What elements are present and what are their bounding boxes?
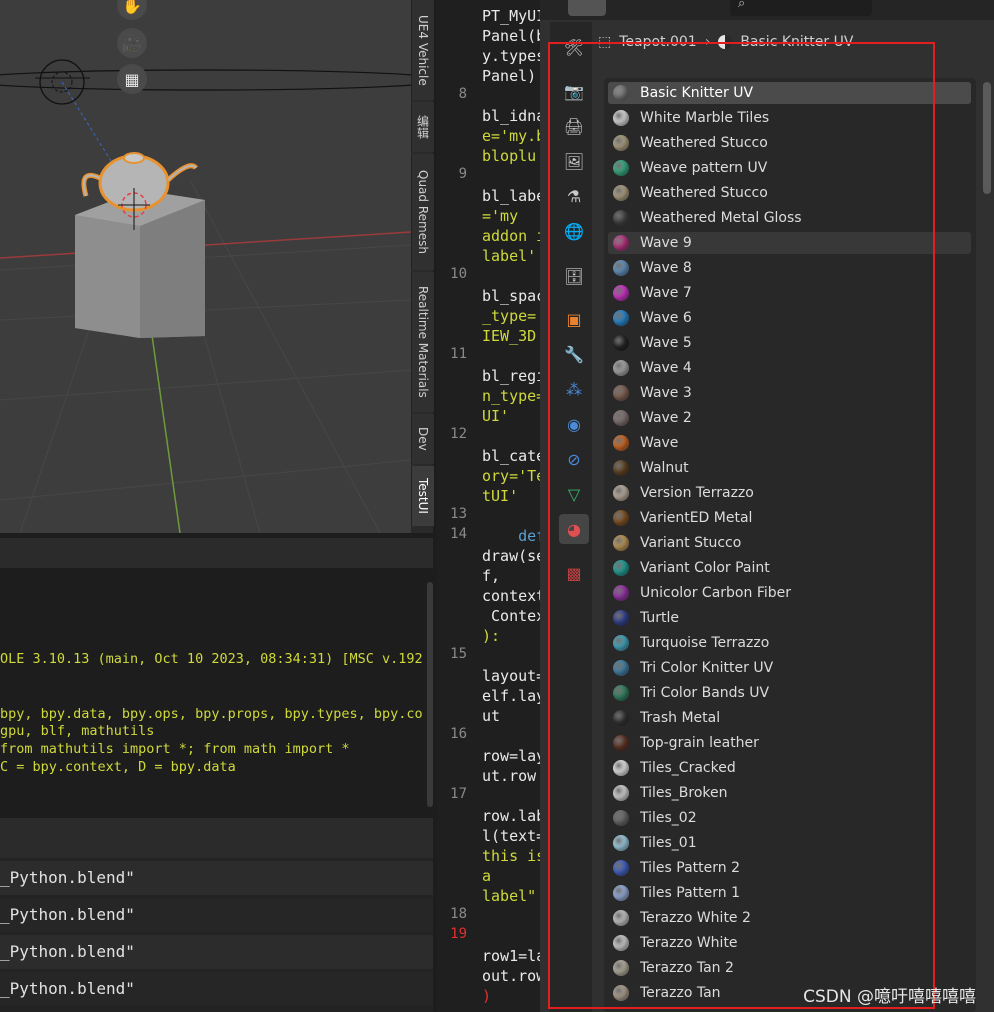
search-input[interactable]: ⌕ [730,0,872,16]
info-row: _Python.blend" [0,935,433,969]
tab-label: Quad Remesh [416,170,430,254]
line-number: 12 [450,426,467,442]
line-number: 19 [450,926,467,942]
code-line: label" [482,887,537,905]
code-line: context [482,587,546,605]
code-line: Panel(b [482,27,546,45]
line-number: 15 [450,646,467,662]
code-line: out.row [482,967,546,985]
info-row: _Python.blend" [0,898,433,932]
python-console[interactable] [0,533,433,818]
highlight-box [548,42,935,1009]
camera-icon[interactable]: 🎥 [117,28,147,58]
tab-ue4-vehicle[interactable]: UE4 Vehicle [411,0,434,100]
line-number: 14 [450,526,467,542]
code-line: bl_cate [482,447,546,465]
line-number: 8 [458,86,467,102]
code-line: bl_labe [482,187,546,205]
code-line: ): [482,627,501,645]
grid-icon[interactable]: ▦ [117,64,147,94]
code-line: a [482,867,492,885]
code-line: Panel) [482,67,537,85]
code-line: row=lay [482,747,546,765]
code-line: draw(se [482,547,546,565]
tab-edit[interactable]: 编辑 [411,102,434,152]
properties-header: ⌕ [540,0,994,20]
tab-label: TestUI [416,478,430,514]
code-line: label' [482,247,537,265]
code-line: l(text= [482,827,546,845]
tab-label: 编辑 [415,115,430,139]
code-line: IEW_3D [482,327,537,345]
console-line: bpy, bpy.data, bpy.ops, bpy.props, bpy.t… [0,706,423,722]
line-number: 16 [450,726,467,742]
line-number: 9 [458,166,467,182]
console-line: from mathutils import *; from math impor… [0,741,350,757]
code-line: UI' [482,407,510,425]
code-line: this is [482,847,546,865]
code-line: bl_idna [482,107,546,125]
line-number: 17 [450,786,467,802]
info-row: _Python.blend" [0,972,433,1006]
code-line: row1=la [482,947,546,965]
code-line: ) [482,987,492,1005]
tab-dev[interactable]: Dev [411,414,434,464]
tab-label: Dev [416,427,430,451]
code-line: n_type= [482,387,546,405]
3d-viewport[interactable]: ✋ 🎥 ▦ [0,0,411,533]
material-list-scrollbar[interactable] [983,82,991,194]
line-number: 11 [450,346,467,362]
code-line: PT_MyUI [482,7,546,25]
code-line: elf.lay [482,687,546,705]
code-line: layout= [482,667,546,685]
code-line: row.lab [482,807,546,825]
console-header [0,538,433,568]
watermark: CSDN @噫吁嘻嘻嘻嘻 [803,987,976,1007]
console-line: OLE 3.10.13 (main, Oct 10 2023, 08:34:31… [0,651,423,667]
search-icon: ⌕ [738,0,746,11]
code-line: tUI' [482,487,519,505]
code-line: e='my.b [482,127,546,145]
code-line: bloplu [482,147,537,165]
tab-realtime-materials[interactable]: Realtime Materials [411,272,434,412]
console-scrollbar[interactable] [427,582,433,807]
info-header [0,818,433,858]
code-line: ory='Te [482,467,546,485]
console-line: gpu, blf, mathutils [0,723,155,739]
viewport-scene [0,59,411,533]
code-line: bl_spac [482,287,546,305]
line-number: 10 [450,266,467,282]
code-line: ='my [482,207,519,225]
code-line: f, [482,567,501,585]
code-line: def [482,527,546,545]
code-line: _type= [482,307,537,325]
console-line: C = bpy.context, D = bpy.data [0,759,236,775]
code-line: Contex [482,607,546,625]
tab-quad-remesh[interactable]: Quad Remesh [411,154,434,270]
code-line: ut.row [482,767,537,785]
code-line: ut [482,707,501,725]
tab-testui[interactable]: TestUI [411,466,434,526]
code-line: bl_regi [482,367,546,385]
sidebar-tabs: UE4 Vehicle 编辑 Quad Remesh Realtime Mate… [411,0,434,533]
editor-type-dropdown[interactable] [568,0,606,16]
tab-label: UE4 Vehicle [416,14,430,86]
line-number: 18 [450,906,467,922]
code-line: y.types [482,47,546,65]
tab-label: Realtime Materials [416,286,430,398]
code-line: addon i [482,227,546,245]
line-number: 13 [450,506,467,522]
info-row: _Python.blend" [0,861,433,895]
